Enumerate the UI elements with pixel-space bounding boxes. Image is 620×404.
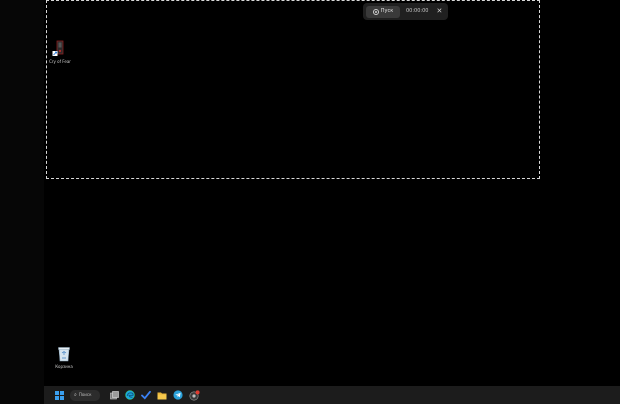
search-icon: ⌕ <box>74 391 77 398</box>
file-explorer-icon <box>157 392 167 399</box>
desktop-screen: Пуск 00:00:00 ✕ Cry of Fear Корзина ⌕ По… <box>0 0 620 404</box>
game-shortcut-icon <box>52 40 64 56</box>
recycle-bin-icon <box>58 347 70 362</box>
screen-capture-toolbar: Пуск 00:00:00 ✕ <box>363 3 448 20</box>
edge-browser-icon <box>125 390 135 400</box>
windows-start-icon <box>54 390 64 400</box>
secondary-monitor-strip <box>0 0 44 404</box>
app-with-badge-button[interactable] <box>188 389 200 401</box>
task-view-icon <box>109 390 119 399</box>
windows-start-button[interactable] <box>53 389 65 401</box>
taskbar: ⌕ Поиск <box>44 386 620 404</box>
desktop-icon-label: Корзина <box>55 364 73 369</box>
desktop-icon-cry-of-fear[interactable]: Cry of Fear <box>45 39 75 64</box>
desktop-icon-recycle-bin[interactable]: Корзина <box>49 346 79 369</box>
file-explorer-button[interactable] <box>156 389 168 401</box>
capture-selection-area[interactable] <box>46 0 540 179</box>
todo-check-icon <box>141 390 151 400</box>
taskbar-search-box[interactable]: ⌕ Поиск <box>70 389 100 401</box>
record-icon <box>372 8 379 15</box>
telegram-icon <box>173 390 183 400</box>
start-recording-label: Пуск <box>380 8 394 14</box>
close-capture-button[interactable]: ✕ <box>436 8 442 15</box>
app-with-badge-icon <box>189 389 200 400</box>
desktop-icon-label: Cry of Fear <box>49 59 71 64</box>
edge-browser-button[interactable] <box>124 389 136 401</box>
task-view-button[interactable] <box>108 389 120 401</box>
search-placeholder: Поиск <box>78 392 92 397</box>
todo-button[interactable] <box>140 389 152 401</box>
telegram-button[interactable] <box>172 389 184 401</box>
recording-timer: 00:00:00 <box>406 8 429 14</box>
start-recording-button[interactable]: Пуск <box>366 5 400 18</box>
